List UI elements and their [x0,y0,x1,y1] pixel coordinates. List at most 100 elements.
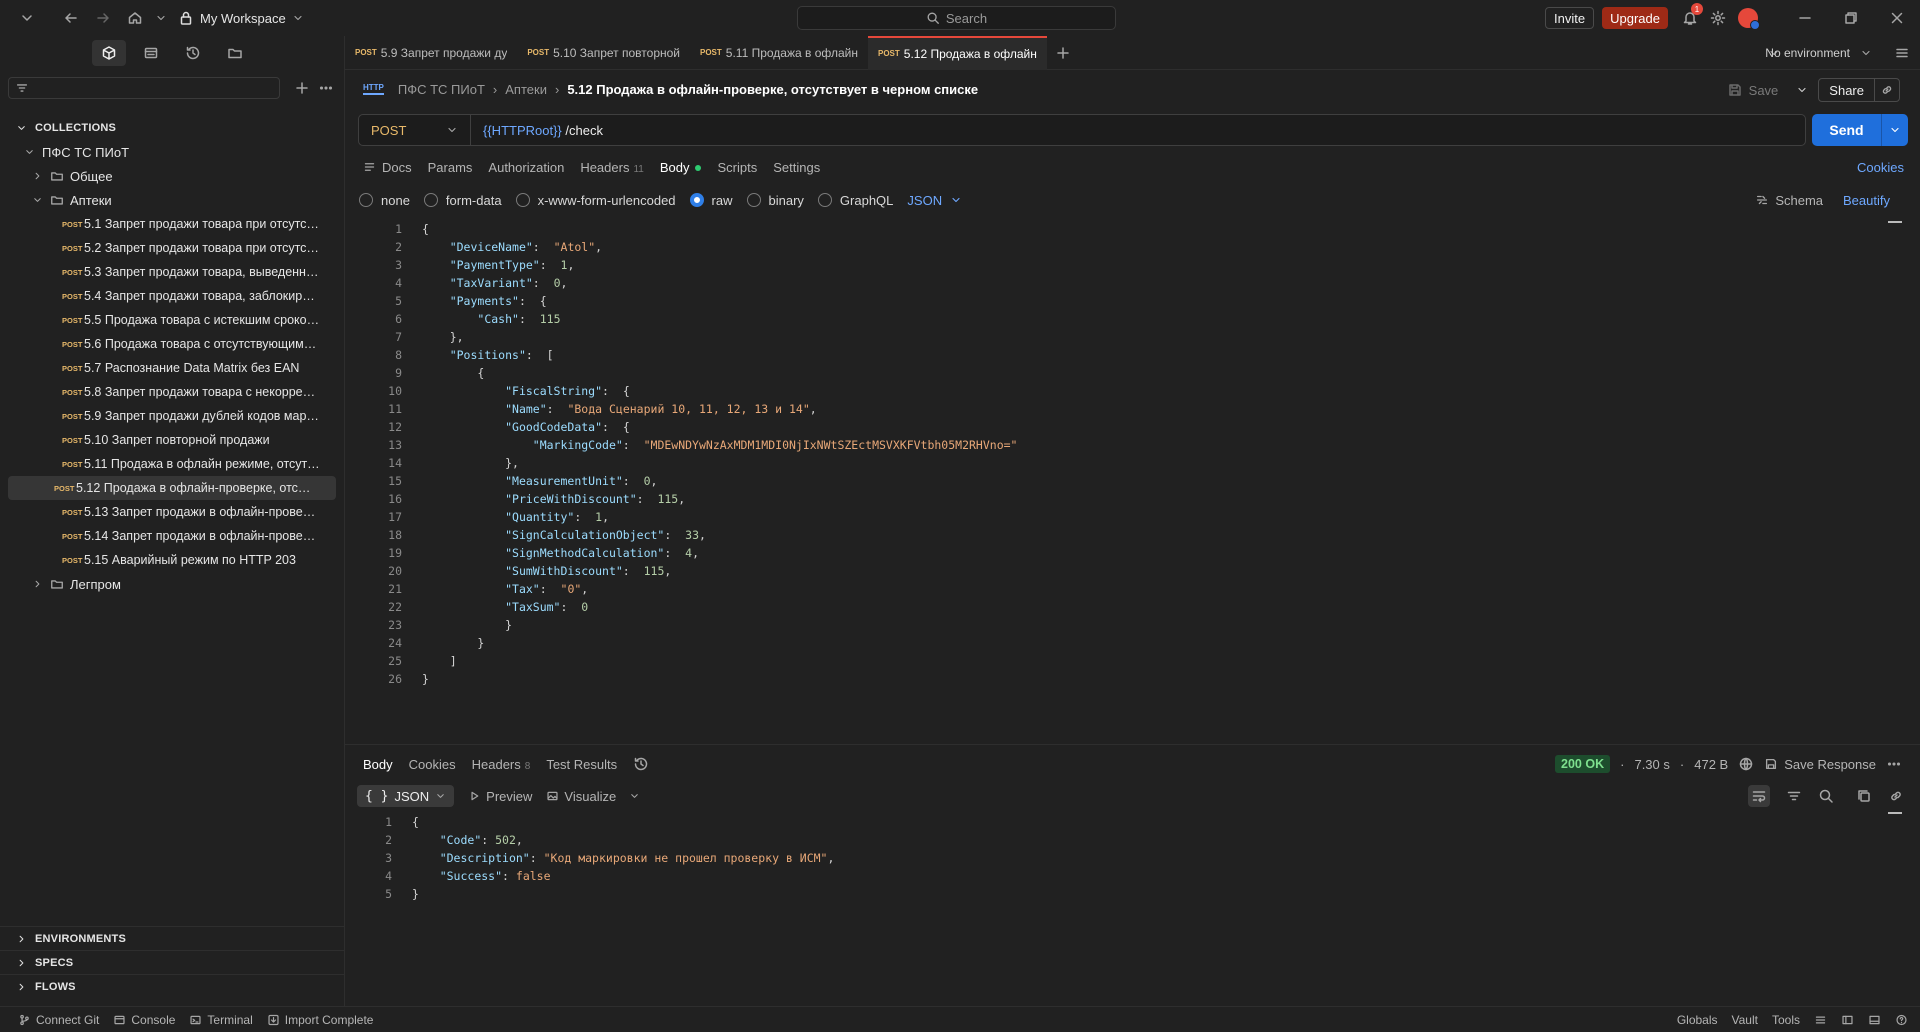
tab-params[interactable]: Params [428,160,473,175]
sidebar-request-item[interactable]: POST 5.8 Запрет продажи товара с некоррек… [8,380,336,404]
collections-section-header[interactable]: COLLECTIONS [0,116,344,140]
radio-urlencoded[interactable]: x-www-form-urlencoded [515,193,676,208]
global-search[interactable]: Search [797,6,1116,30]
pane-divider[interactable] [345,744,1920,745]
response-tab-headers[interactable]: Headers 8 [472,757,531,772]
tools-button[interactable]: Tools [1772,1013,1800,1027]
sidebar-request-item[interactable]: POST 5.12 Продажа в офлайн-проверке, отсу… [8,476,336,500]
send-options-button[interactable] [1882,122,1908,138]
response-history-button[interactable] [633,756,649,772]
files-icon[interactable] [218,40,252,66]
radio-form-data[interactable]: form-data [423,193,502,208]
sidebar-request-item[interactable]: POST 5.15 Аварийный режим по HTTP 203 [8,548,336,572]
url-input[interactable]: {{HTTPRoot}} /check [471,123,603,138]
sidebar-more-button[interactable] [318,80,334,96]
radio-graphql[interactable]: GraphQL [817,193,893,208]
two-pane-button[interactable] [1841,1012,1854,1028]
response-more-button[interactable] [1886,756,1902,772]
upgrade-button[interactable]: Upgrade [1602,7,1668,29]
home-icon[interactable] [122,5,148,31]
settings-button[interactable] [1710,10,1726,26]
avatar[interactable] [1738,8,1760,30]
response-body-viewer[interactable]: 1{2 "Code": 502, 3 "Description": "Код ма… [356,813,1896,913]
tab-docs[interactable]: Docs [363,159,412,175]
sidebar-request-item[interactable]: POST 5.5 Продажа товара с истекшим сроком… [8,308,336,332]
sidebar-filter-input[interactable] [8,77,280,99]
import-status[interactable]: Import Complete [267,1012,373,1028]
environments-section-header[interactable]: ENVIRONMENTS [0,926,345,950]
minimize-button[interactable] [1782,0,1828,36]
collection-item[interactable]: ПФС ТС ПИоТ [0,140,344,164]
sidebar-request-item[interactable]: POST 5.4 Запрет продажи товара, заблокиро… [8,284,336,308]
request-title[interactable]: 5.12 Продажа в офлайн-проверке, отсутств… [567,82,978,97]
breadcrumb-collection[interactable]: ПФС ТС ПИоТ [398,82,485,97]
radio-none[interactable]: none [359,193,410,208]
preview-button[interactable]: Preview [468,788,532,804]
tab-settings[interactable]: Settings [773,160,820,175]
forward-arrow-icon[interactable] [90,5,116,31]
console-button[interactable]: Console [113,1012,175,1028]
response-time[interactable]: 7.30 s [1634,757,1669,772]
response-size[interactable]: 472 B [1694,757,1728,772]
sidebar-request-item[interactable]: POST 5.9 Запрет продажи дублей кодов марк… [8,404,336,428]
tab-headers[interactable]: Headers 11 [580,160,644,175]
folder-general[interactable]: Общее [0,164,344,188]
sidebar-request-item[interactable]: POST 5.3 Запрет продажи товара, выведенно… [8,260,336,284]
status-badge[interactable]: 200 OK [1555,755,1611,773]
response-tab-body[interactable]: Body [363,757,393,772]
tab-scripts[interactable]: Scripts [717,160,757,175]
sidebar-request-item[interactable]: POST 5.13 Запрет продажи в офлайн-проверк… [8,500,336,524]
specs-section-header[interactable]: SPECS [0,950,345,974]
folder-light-industry[interactable]: Легпром [0,572,344,596]
vault-button[interactable]: Vault [1732,1013,1758,1027]
response-filter-button[interactable] [1786,788,1802,804]
tab-request[interactable]: POST 5.11 Продажа в офлайн [690,36,868,70]
response-tab-cookies[interactable]: Cookies [409,757,456,772]
save-response-button[interactable]: Save Response [1764,756,1876,772]
home-chevron-icon[interactable] [154,5,168,31]
network-info-button[interactable] [1738,756,1754,772]
beautify-button[interactable]: Beautify [1843,193,1890,208]
invite-button[interactable]: Invite [1545,7,1595,29]
cookies-link[interactable]: Cookies [1857,160,1904,175]
wrap-lines-button[interactable] [1748,785,1770,807]
radio-binary[interactable]: binary [746,193,804,208]
app-menu-chevron-icon[interactable] [14,5,40,31]
sidebar-request-item[interactable]: POST 5.11 Продажа в офлайн режиме, отсутс… [8,452,336,476]
notifications-button[interactable]: 1 [1682,3,1703,26]
workspace-selector[interactable]: My Workspace [178,10,304,26]
sidebar-request-item[interactable]: POST 5.1 Запрет продажи товара при отсутс… [8,212,336,236]
breadcrumb-folder[interactable]: Аптеки [505,82,547,97]
tab-authorization[interactable]: Authorization [488,160,564,175]
environments-icon[interactable] [134,40,168,66]
share-button[interactable]: Share [1818,78,1900,102]
folder-pharmacy[interactable]: Аптеки [0,188,344,212]
sidebar-request-item[interactable]: POST 5.10 Запрет повторной продажи [8,428,336,452]
copy-link-button[interactable] [1875,82,1899,98]
terminal-button[interactable]: Terminal [189,1012,253,1028]
back-arrow-icon[interactable] [58,5,84,31]
settings-sliders-button[interactable] [1814,1012,1827,1028]
schema-button[interactable]: Schema [1755,192,1823,208]
copy-response-button[interactable] [1856,788,1872,804]
save-button[interactable]: Save [1727,82,1809,98]
environment-selector[interactable]: No environment [1765,36,1872,70]
visualize-button[interactable]: Visualize [546,788,640,804]
layout-rows-button[interactable] [1868,1012,1881,1028]
response-tab-tests[interactable]: Test Results [546,757,617,772]
sidebar-request-item[interactable]: POST 5.7 Распознание Data Matrix без EAN [8,356,336,380]
tab-request[interactable]: POST 5.9 Запрет продажи ду [345,36,517,70]
sidebar-request-item[interactable]: POST 5.14 Запрет продажи в офлайн-проверк… [8,524,336,548]
sidebar-request-item[interactable]: POST 5.2 Запрет продажи товара при отсутс… [8,236,336,260]
send-button[interactable]: Send [1812,114,1908,146]
sidebar-request-item[interactable]: POST 5.6 Продажа товара с отсутствующими … [8,332,336,356]
raw-format-select[interactable]: JSON [907,192,962,208]
collections-icon[interactable] [92,40,126,66]
flows-section-header[interactable]: FLOWS [0,974,345,998]
response-format-select[interactable]: { } JSON [357,785,455,807]
response-search-button[interactable] [1818,788,1834,804]
connect-git-button[interactable]: Connect Git [18,1012,99,1028]
tab-request-active[interactable]: POST 5.12 Продажа в офлайн [868,35,1047,70]
tab-body[interactable]: Body [660,160,702,175]
restore-button[interactable] [1828,0,1874,36]
